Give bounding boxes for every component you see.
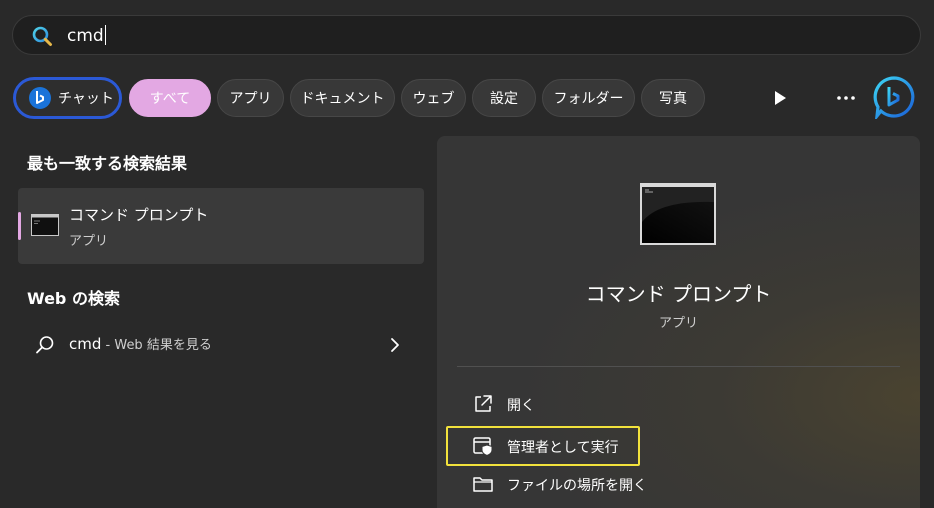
apps-chip[interactable]: アプリ [217, 79, 284, 117]
folders-chip-label: フォルダー [553, 91, 624, 107]
web-search-result[interactable]: cmd - Web 結果を見る [18, 324, 424, 366]
run-as-admin-label: 管理者として実行 [507, 440, 619, 456]
settings-chip[interactable]: 設定 [472, 79, 536, 117]
chat-chip[interactable]: チャット [13, 77, 122, 119]
more-icon[interactable] [832, 86, 860, 110]
best-match-heading: 最も一致する検索結果 [27, 154, 188, 173]
web-search-heading: Web の検索 [27, 289, 120, 308]
text-caret [104, 25, 106, 45]
photos-chip-label: 写真 [659, 91, 687, 107]
web-chip[interactable]: ウェブ [401, 79, 466, 117]
documents-chip[interactable]: ドキュメント [290, 79, 395, 117]
all-chip[interactable]: すべて [129, 79, 211, 117]
bing-icon [29, 87, 51, 109]
open-file-location-action[interactable]: ファイルの場所を開く [445, 464, 745, 504]
preview-subtitle: アプリ [658, 316, 698, 331]
preview-pane: コマンド プロンプト アプリ 開く 管理者として実行 ファイルの場所を開く [437, 136, 920, 508]
web-search-query: cmd [69, 335, 102, 353]
photos-chip[interactable]: 写真 [641, 79, 705, 117]
web-chip-label: ウェブ [412, 91, 455, 107]
web-search-suffix: - Web 結果を見る [101, 338, 212, 353]
apps-chip-label: アプリ [229, 91, 272, 107]
open-action-label: 開く [507, 398, 535, 414]
documents-chip-label: ドキュメント [300, 91, 385, 107]
run-as-admin-action[interactable]: 管理者として実行 [446, 426, 640, 466]
selection-indicator [18, 212, 21, 240]
best-match-subtitle: アプリ [69, 234, 109, 249]
command-prompt-icon [640, 183, 716, 245]
best-match-title: コマンド プロンプト [69, 206, 209, 224]
search-input[interactable]: cmd [67, 25, 106, 47]
best-match-result[interactable]: コマンド プロンプト アプリ [18, 188, 424, 264]
chat-chip-label: チャット [58, 91, 114, 107]
chevron-right-icon [391, 338, 399, 352]
play-icon[interactable] [768, 86, 792, 110]
open-action[interactable]: 開く [445, 384, 745, 424]
preview-title: コマンド プロンプト [585, 282, 772, 306]
bing-icon[interactable] [872, 75, 916, 119]
search-icon [36, 336, 54, 354]
shield-window-icon [473, 437, 493, 457]
all-chip-label: すべて [149, 91, 191, 107]
folders-chip[interactable]: フォルダー [542, 79, 635, 117]
settings-chip-label: 設定 [490, 91, 518, 107]
command-prompt-icon [31, 214, 59, 236]
search-box[interactable]: cmd [12, 15, 921, 55]
folder-icon [473, 477, 493, 492]
web-search-label: cmd - Web 結果を見る [69, 334, 212, 353]
open-file-location-label: ファイルの場所を開く [507, 478, 647, 494]
preview-divider [457, 366, 900, 367]
open-external-icon [475, 395, 492, 412]
search-icon [32, 26, 52, 46]
